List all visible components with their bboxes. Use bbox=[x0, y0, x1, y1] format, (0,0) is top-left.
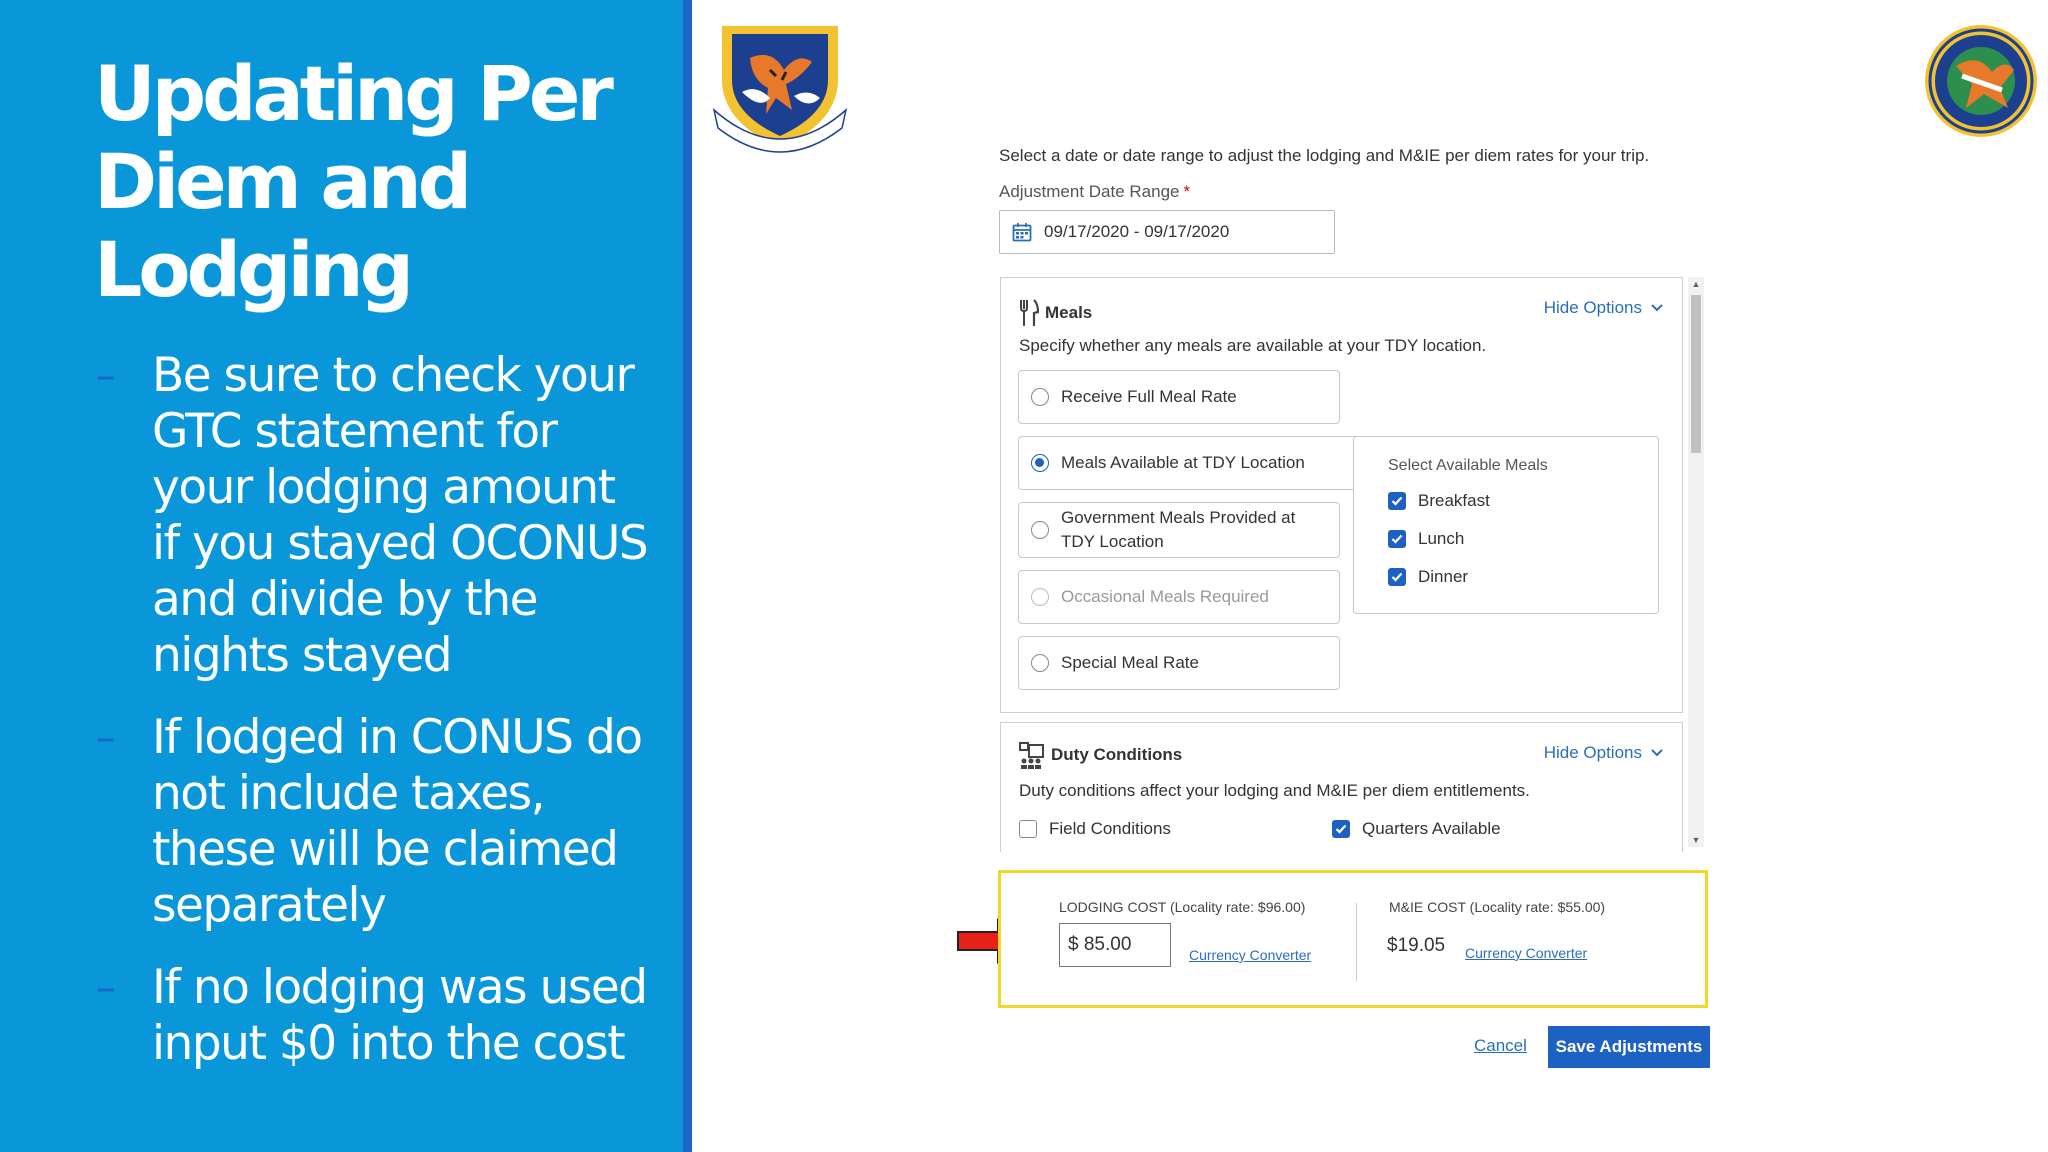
option-label: Special Meal Rate bbox=[1061, 653, 1199, 672]
option-label: Occasional Meals Required bbox=[1061, 587, 1269, 606]
required-marker: * bbox=[1183, 182, 1191, 201]
comptroller-squadron-logo bbox=[1925, 25, 2037, 137]
duty-conditions-section: Duty Conditions Hide Options Duty condit… bbox=[1000, 722, 1683, 852]
radio-special-meal-rate[interactable]: Special Meal Rate bbox=[1018, 636, 1340, 690]
cancel-link[interactable]: Cancel bbox=[1474, 1036, 1527, 1056]
cost-highlight-box: LODGING COST (Locality rate: $96.00) $ 8… bbox=[998, 870, 1708, 1008]
duty-conditions-title: Duty Conditions bbox=[1051, 745, 1183, 764]
option-label-line: TDY Location bbox=[1061, 532, 1164, 551]
checkbox-checked-icon bbox=[1332, 820, 1350, 838]
available-meals-title: Select Available Meals bbox=[1388, 457, 1548, 474]
chevron-down-icon bbox=[1651, 304, 1663, 312]
bullet-dash-icon: – bbox=[96, 715, 116, 761]
cost-divider bbox=[1356, 903, 1357, 981]
radio-receive-full-meal-rate[interactable]: Receive Full Meal Rate bbox=[1018, 370, 1340, 424]
form-scrollbar[interactable]: ▲ ▼ bbox=[1688, 277, 1704, 847]
bullet-item: – If lodged in CONUS do not include taxe… bbox=[94, 710, 654, 934]
panel-edge-stripe bbox=[683, 0, 692, 1152]
bullet-text: If lodged in CONUS do not include taxes,… bbox=[152, 710, 643, 933]
checkbox-checked-icon bbox=[1388, 568, 1406, 586]
calendar-icon bbox=[1012, 223, 1032, 242]
lodging-cost-title: LODGING COST bbox=[1059, 899, 1167, 915]
flying-tigers-logo bbox=[712, 26, 848, 153]
fork-knife-icon bbox=[1020, 299, 1039, 326]
lodging-cost-input[interactable]: $ 85.00 bbox=[1059, 923, 1171, 967]
adjustment-instruction: Select a date or date range to adjust th… bbox=[999, 146, 1650, 165]
slide-title-line: Diem and bbox=[94, 137, 472, 226]
chevron-down-icon bbox=[1651, 749, 1663, 757]
bullet-dash-icon: – bbox=[96, 353, 116, 399]
lodging-currency-converter-link[interactable]: Currency Converter bbox=[1189, 947, 1311, 963]
radio-disabled-icon bbox=[1031, 588, 1049, 606]
checkbox-field-conditions[interactable]: Field Conditions bbox=[1019, 819, 1171, 839]
date-range-label-text: Adjustment Date Range bbox=[999, 182, 1180, 201]
date-range-value: 09/17/2020 - 09/17/2020 bbox=[1044, 222, 1230, 241]
bullet-text: Be sure to check your GTC statement for … bbox=[152, 348, 649, 683]
date-range-input[interactable]: 09/17/2020 - 09/17/2020 bbox=[999, 210, 1335, 254]
duty-conditions-description: Duty conditions affect your lodging and … bbox=[1019, 781, 1530, 800]
duty-conditions-header: Duty Conditions bbox=[1019, 741, 1182, 769]
checkbox-label: Dinner bbox=[1418, 567, 1469, 586]
radio-selected-icon bbox=[1031, 454, 1049, 472]
mie-cost-title: M&IE COST bbox=[1389, 899, 1466, 915]
radio-meals-available-at-tdy[interactable]: Meals Available at TDY Location bbox=[1018, 436, 1358, 490]
radio-government-meals-provided[interactable]: Government Meals Provided at TDY Locatio… bbox=[1018, 502, 1340, 558]
duty-hide-options-link[interactable]: Hide Options bbox=[1544, 743, 1664, 763]
scroll-up-arrow-icon[interactable]: ▲ bbox=[1691, 279, 1701, 289]
bullet-dash-icon: – bbox=[96, 965, 116, 1011]
option-label-line: Government Meals Provided at bbox=[1061, 508, 1296, 527]
slide-title-line: Lodging bbox=[94, 225, 414, 314]
radio-occasional-meals-required[interactable]: Occasional Meals Required bbox=[1018, 570, 1340, 624]
bullet-text: If no lodging was used input $0 into the… bbox=[152, 960, 648, 1071]
checkbox-label: Lunch bbox=[1418, 529, 1465, 548]
meals-title: Meals bbox=[1045, 303, 1093, 322]
checkbox-dinner[interactable]: Dinner bbox=[1388, 567, 1468, 587]
option-label: Government Meals Provided at TDY Locatio… bbox=[1061, 506, 1295, 554]
duty-conditions-icon bbox=[1019, 742, 1044, 769]
scroll-down-arrow-icon[interactable]: ▼ bbox=[1691, 835, 1701, 845]
hide-options-label: Hide Options bbox=[1543, 298, 1642, 317]
checkbox-label: Breakfast bbox=[1418, 491, 1490, 510]
checkbox-label: Quarters Available bbox=[1362, 819, 1501, 838]
checkbox-label: Field Conditions bbox=[1049, 819, 1171, 838]
slide-title: Updating Per Diem and Lodging bbox=[94, 50, 654, 314]
meals-description: Specify whether any meals are available … bbox=[1019, 336, 1487, 355]
date-range-label: Adjustment Date Range * bbox=[999, 182, 1190, 202]
meals-header: Meals bbox=[1019, 298, 1092, 328]
checkbox-unchecked-icon bbox=[1019, 820, 1037, 838]
option-label: Meals Available at TDY Location bbox=[1061, 453, 1305, 472]
available-meals-box: Select Available Meals Breakfast Lunch D… bbox=[1353, 436, 1659, 614]
lodging-locality-rate: (Locality rate: $96.00) bbox=[1169, 899, 1306, 915]
radio-icon bbox=[1031, 388, 1049, 406]
radio-icon bbox=[1031, 654, 1049, 672]
checkbox-breakfast[interactable]: Breakfast bbox=[1388, 491, 1490, 511]
checkbox-lunch[interactable]: Lunch bbox=[1388, 529, 1464, 549]
bullet-item: – Be sure to check your GTC statement fo… bbox=[94, 348, 654, 684]
checkbox-quarters-available[interactable]: Quarters Available bbox=[1332, 819, 1501, 839]
mie-cost-value: $19.05 bbox=[1387, 935, 1446, 956]
checkbox-checked-icon bbox=[1388, 492, 1406, 510]
mie-cost-label: M&IE COST (Locality rate: $55.00) bbox=[1389, 899, 1605, 915]
bullet-item: – If no lodging was used input $0 into t… bbox=[94, 960, 654, 1072]
radio-icon bbox=[1031, 521, 1049, 539]
bullet-list: – Be sure to check your GTC statement fo… bbox=[94, 348, 654, 1098]
hide-options-label: Hide Options bbox=[1543, 743, 1642, 762]
scrollbar-thumb[interactable] bbox=[1691, 295, 1701, 453]
meals-hide-options-link[interactable]: Hide Options bbox=[1544, 298, 1664, 318]
checkbox-checked-icon bbox=[1388, 530, 1406, 548]
save-adjustments-button[interactable]: Save Adjustments bbox=[1548, 1026, 1710, 1068]
mie-currency-converter-link[interactable]: Currency Converter bbox=[1465, 945, 1587, 961]
slide-title-line: Updating Per bbox=[94, 49, 614, 138]
option-label: Receive Full Meal Rate bbox=[1061, 387, 1237, 406]
lodging-cost-label: LODGING COST (Locality rate: $96.00) bbox=[1059, 899, 1305, 915]
mie-locality-rate: (Locality rate: $55.00) bbox=[1469, 899, 1606, 915]
